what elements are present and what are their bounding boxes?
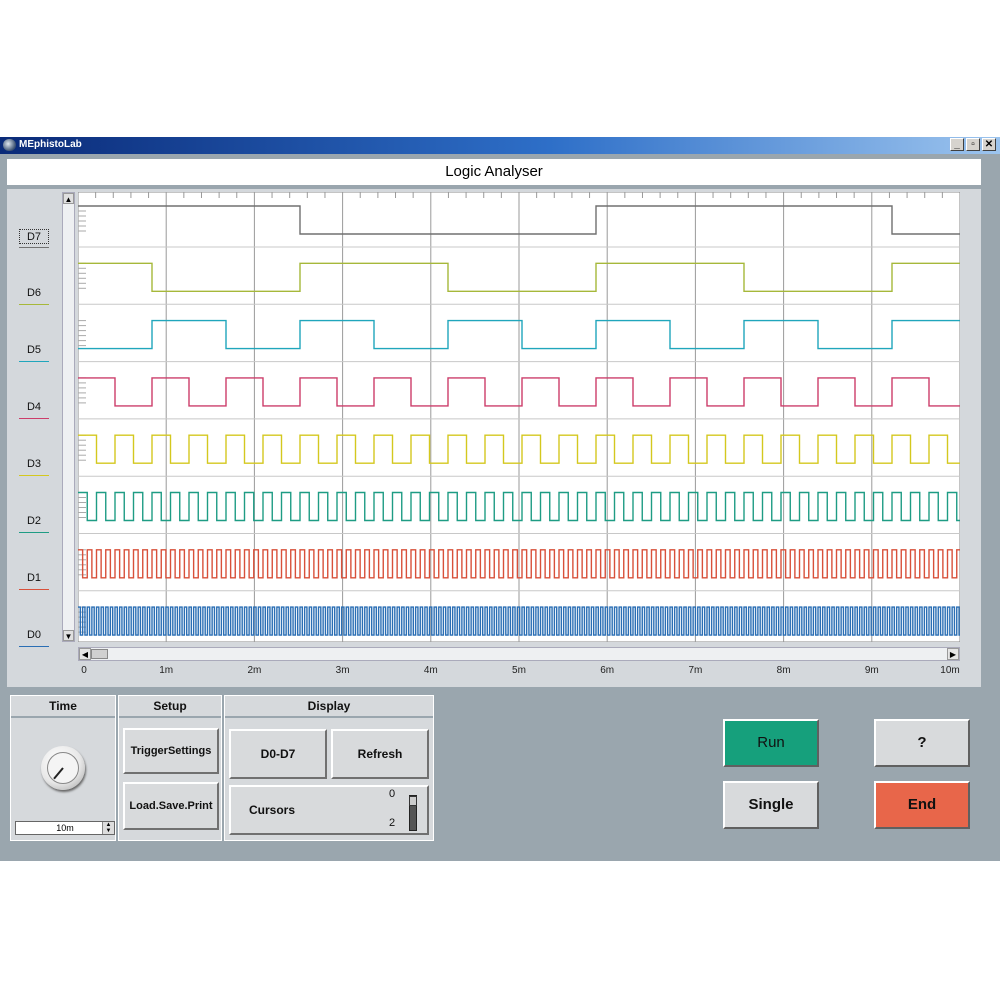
end-button[interactable]: End	[874, 781, 970, 829]
cursor-slider[interactable]	[409, 795, 417, 831]
setup-panel-title: Setup	[119, 696, 221, 718]
channel-label-d5[interactable]: D5	[19, 343, 49, 358]
time-tick-label: 3m	[335, 665, 350, 676]
cursor-max-label: 2	[389, 817, 396, 829]
page-title: Logic Analyser	[7, 159, 981, 185]
title-bar: MEphistoLab _ ▫ ✕	[0, 137, 1000, 154]
load-save-print-button[interactable]: Load.Save.Print	[123, 782, 219, 830]
cursors-label: Cursors	[249, 803, 296, 817]
channel-label-d4[interactable]: D4	[19, 400, 49, 415]
scroll-down-icon[interactable]: ▼	[63, 630, 74, 641]
time-tick-label: 1m	[159, 665, 174, 676]
time-tick-label: 2m	[247, 665, 262, 676]
close-button[interactable]: ✕	[982, 138, 996, 151]
setup-panel: Setup TriggerSettings Load.Save.Print	[118, 695, 222, 841]
channel-label-d2[interactable]: D2	[19, 514, 49, 529]
minimize-button[interactable]: _	[950, 138, 964, 151]
channels-d0-d7-button[interactable]: D0-D7	[229, 729, 327, 779]
channel-label-d3[interactable]: D3	[19, 457, 49, 472]
time-panel-title: Time	[11, 696, 115, 718]
cursor-slider-thumb[interactable]	[409, 796, 417, 806]
channel-color-line	[19, 418, 49, 419]
logic-plot-panel: D7 D6 D5 D4 D3 D2 D1 D0 ▲ ▼ ◀ ▶ 0 1m 2m 3m 4m 5m 6m 7m…	[7, 189, 981, 687]
time-tick-label: 8m	[776, 665, 791, 676]
channel-color-line	[19, 361, 49, 362]
horizontal-scrollbar[interactable]: ◀ ▶	[78, 647, 960, 661]
time-knob[interactable]	[41, 746, 85, 790]
help-button[interactable]: ?	[874, 719, 970, 767]
time-tick-label: 0	[81, 665, 87, 676]
vertical-scrollbar[interactable]: ▲ ▼	[62, 192, 75, 642]
display-panel: Display D0-D7 Refresh Cursors 0 2	[224, 695, 434, 841]
channel-label-d0[interactable]: D0	[19, 628, 49, 643]
channel-color-line	[19, 247, 49, 248]
cursor-min-label: 0	[389, 788, 396, 800]
time-panel: Time 10m ▲ ▼	[10, 695, 116, 841]
channel-label-d1[interactable]: D1	[19, 571, 49, 586]
refresh-button[interactable]: Refresh	[331, 729, 429, 779]
restore-button[interactable]: ▫	[966, 138, 980, 151]
time-tick-label: 10m	[940, 665, 960, 676]
app-icon	[3, 139, 16, 151]
mephistolab-window: MEphistoLab _ ▫ ✕ Logic Analyser D7 D6 D5 D…	[0, 137, 1000, 861]
single-button[interactable]: Single	[723, 781, 819, 829]
window-title: MEphistoLab	[19, 139, 82, 150]
horizontal-scroll-thumb[interactable]	[91, 649, 108, 659]
time-tick-label: 4m	[423, 665, 438, 676]
scroll-up-icon[interactable]: ▲	[63, 193, 74, 204]
channel-label-panel: D7 D6 D5 D4 D3 D2 D1 D0	[7, 189, 61, 647]
time-spinner[interactable]: ▲ ▼	[102, 822, 114, 834]
waveform-d0	[78, 606, 960, 636]
run-button[interactable]: Run	[723, 719, 819, 767]
channel-color-line	[19, 589, 49, 590]
channel-color-line	[19, 646, 49, 647]
channel-label-d6[interactable]: D6	[19, 286, 49, 301]
waveform-plot	[78, 192, 960, 642]
time-tick-label: 7m	[688, 665, 703, 676]
scroll-left-icon[interactable]: ◀	[79, 648, 91, 660]
trigger-settings-button[interactable]: TriggerSettings	[123, 728, 219, 774]
channel-color-line	[19, 475, 49, 476]
time-tick-label: 6m	[600, 665, 615, 676]
channel-label-d7[interactable]: D7	[19, 229, 49, 244]
display-panel-title: Display	[225, 696, 433, 718]
time-tick-label: 9m	[864, 665, 879, 676]
time-value: 10m	[56, 823, 74, 833]
time-input[interactable]: 10m ▲ ▼	[15, 821, 115, 835]
channel-color-line	[19, 532, 49, 533]
time-axis: 0 1m 2m 3m 4m 5m 6m 7m 8m 9m 10m	[78, 665, 960, 685]
scroll-right-icon[interactable]: ▶	[947, 648, 959, 660]
cursors-control: Cursors 0 2	[229, 785, 429, 835]
time-tick-label: 5m	[512, 665, 526, 676]
channel-color-line	[19, 304, 49, 305]
